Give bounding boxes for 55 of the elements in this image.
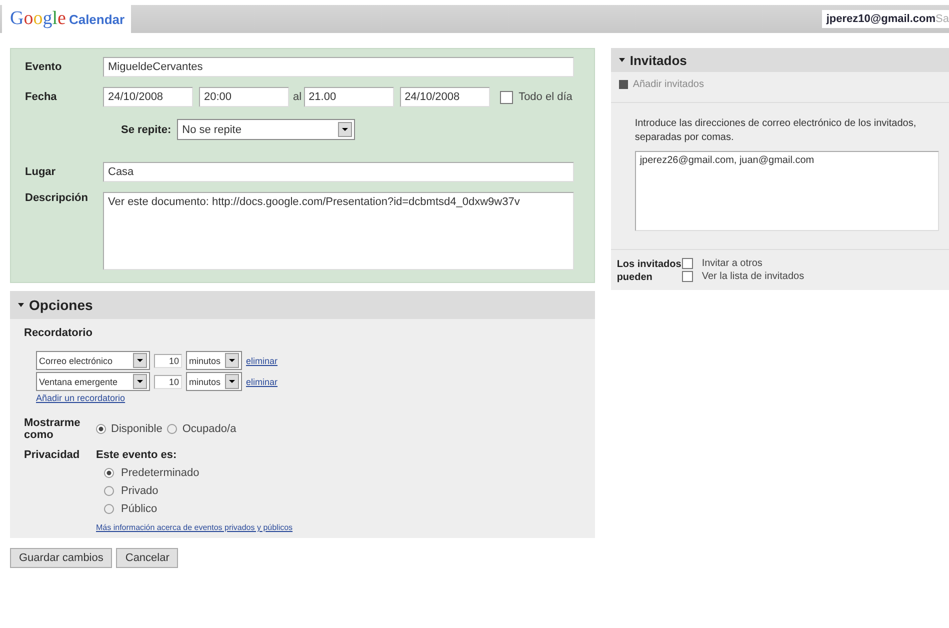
privacy-heading: Este evento es: [96,449,178,461]
privacy-info-link[interactable]: Más información acerca de eventos privados y públicos [96,523,293,532]
checkbox[interactable] [682,271,693,282]
save-button[interactable]: Guardar cambios [10,548,112,568]
radio-button[interactable] [104,468,114,478]
range-text: al [293,91,302,103]
product-name: Calendar [68,12,125,27]
field-label: Se repite: [121,124,172,136]
radio-button[interactable] [96,424,106,434]
unit-dropdown[interactable]: minutos [186,351,242,370]
radio-label: Público [121,503,158,515]
logo-text: Google [10,8,66,30]
radio-label: Ocupado/a [182,423,236,435]
remove-link[interactable]: eliminar [246,356,278,366]
method-dropdown[interactable]: Correo electrónico [36,351,150,370]
guests-hint: Introduce las direcciones de correo electrónico de los invitados, separadas por comas. [634,117,918,145]
radio-button[interactable] [104,504,114,514]
add-icon [618,80,628,89]
field-label: Lugar [25,166,57,178]
unit-dropdown[interactable]: minutos [186,372,242,391]
checkbox[interactable] [500,90,513,104]
radio-button[interactable] [104,486,114,496]
checkbox-label: Invitar a otros [702,258,762,269]
checkbox-label: Ver la lista de invitados [702,271,804,282]
radio-label: Disponible [111,423,162,435]
field-label: Mostrarme como [24,417,82,441]
cancel-button[interactable]: Cancelar [116,548,178,568]
section-header[interactable]: Invitados [610,48,949,72]
time-field[interactable]: 21.00 [304,87,394,107]
checkbox[interactable] [682,258,693,269]
field-label: Evento [25,61,63,73]
section-label: Recordatorio [24,327,94,339]
amount-field[interactable]: 10 [154,354,182,368]
field-label: Los invitados pueden [616,258,682,284]
remove-link[interactable]: eliminar [246,376,278,386]
title-field[interactable]: MigueldeCervantes [103,57,574,77]
location-field[interactable]: Casa [103,162,574,182]
radio-button[interactable] [167,424,178,434]
radio-label: Privado [121,485,158,497]
time-field[interactable]: 20:00 [199,87,289,107]
guests-field[interactable]: jperez26@gmail.com, juan@gmail.com [634,151,939,231]
field-label: Descripción [25,192,89,204]
section-header[interactable]: Opciones [10,291,595,319]
checkbox-label: Todo el día [518,91,572,103]
date-field[interactable]: 24/10/2008 [400,87,490,107]
user-email: jperez10@gmail.com [826,13,936,25]
method-dropdown[interactable]: Ventana emergente [36,372,150,391]
field-label: Privacidad [24,449,81,463]
amount-field[interactable]: 10 [154,374,182,388]
date-field[interactable]: 24/10/2008 [103,87,193,107]
description-field[interactable]: Ver este documento: http://docs.google.com/Presentation?id=dcbmtsd4_0dxw9w37v [103,192,574,270]
radio-label: Predeterminado [121,467,200,479]
repeat-dropdown[interactable]: No se repite [177,119,356,140]
field-label: Fecha [25,91,58,103]
add-reminder-link[interactable]: Añadir un recordatorio [36,393,126,403]
